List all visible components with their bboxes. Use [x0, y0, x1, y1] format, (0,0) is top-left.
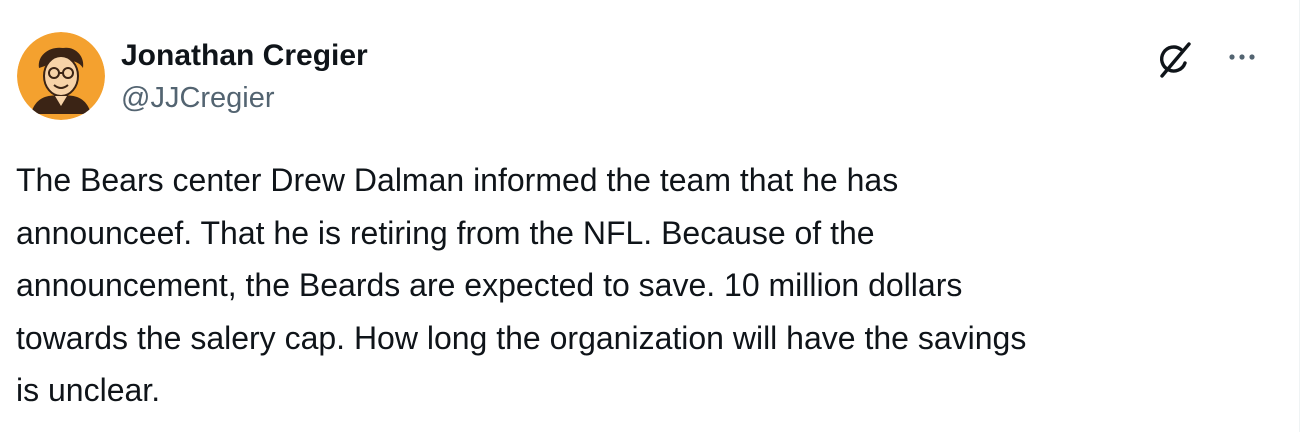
tweet-text-line: announcement, the Beards are expected to…	[16, 267, 963, 303]
more-horizontal-icon[interactable]	[1224, 39, 1260, 75]
tweet-text-line: towards the salery cap. How long the org…	[16, 319, 1027, 356]
tweet-text-line: announceef. That he is retiring from the…	[16, 214, 875, 251]
tweet-text: The Bears center Drew Dalman informed th…	[16, 154, 1266, 417]
author-handle[interactable]: @JJCregier	[121, 81, 275, 115]
grok-icon[interactable]	[1152, 37, 1198, 83]
tweet-text-line: The Bears center Drew Dalman informed th…	[16, 162, 899, 198]
author-avatar[interactable]	[17, 32, 105, 120]
tweet-text-line: is unclear.	[16, 372, 161, 408]
tweet-card[interactable]: Jonathan Cregier @JJCregier The Bears ce…	[0, 0, 1300, 432]
caricature-portrait-avatar-icon	[17, 32, 105, 120]
author-name[interactable]: Jonathan Cregier	[121, 39, 368, 73]
